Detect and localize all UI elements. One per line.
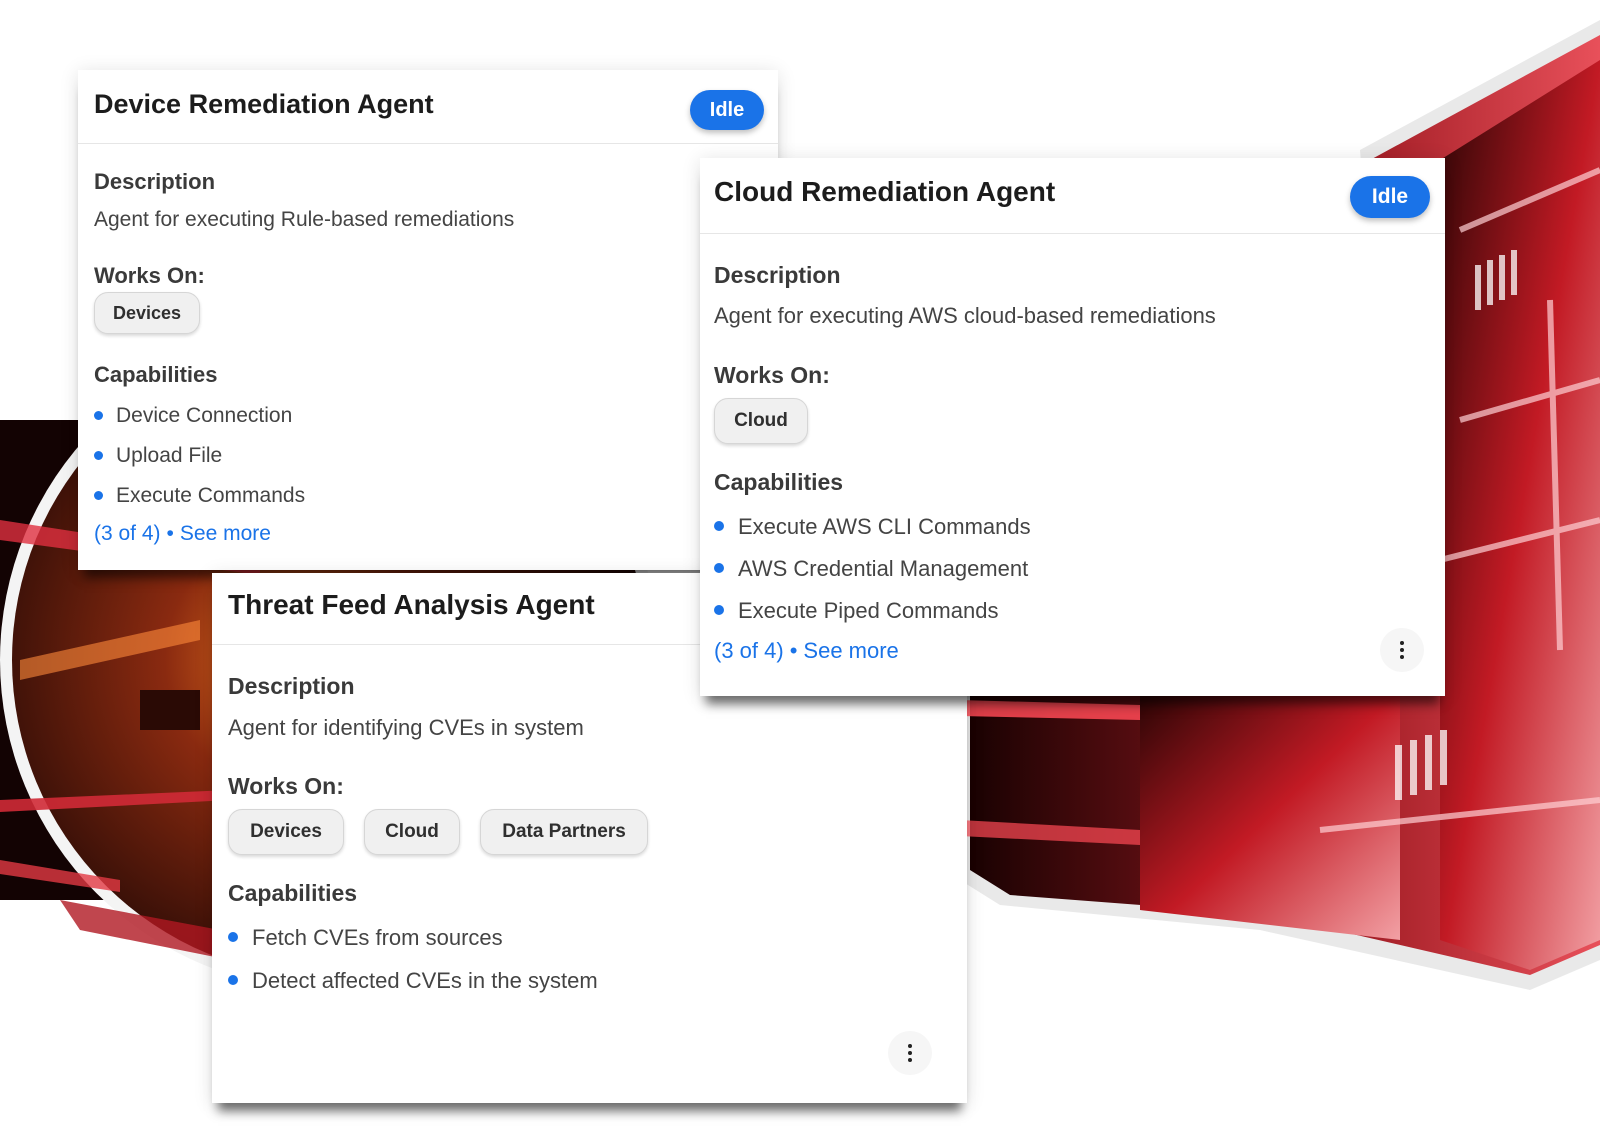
bullet-icon xyxy=(94,411,103,420)
list-item: Fetch CVEs from sources xyxy=(228,925,598,968)
bullet-icon xyxy=(714,521,724,531)
description-text: Agent for executing AWS cloud-based reme… xyxy=(714,303,1216,328)
chip-data-partners[interactable]: Data Partners xyxy=(480,809,648,855)
capabilities-count: (3 of 4) xyxy=(714,638,784,663)
capabilities-label: Capabilities xyxy=(94,362,218,387)
bullet-icon xyxy=(228,975,238,985)
list-item: Execute Piped Commands xyxy=(714,598,1031,640)
capabilities-count: (3 of 4) xyxy=(94,522,161,545)
description-label: Description xyxy=(94,169,216,194)
list-item: Upload File xyxy=(94,444,305,484)
capability-text: Upload File xyxy=(116,444,223,467)
more-vertical-icon[interactable] xyxy=(888,1031,932,1075)
list-item: Execute AWS CLI Commands xyxy=(714,514,1031,556)
more-vertical-icon[interactable] xyxy=(1380,628,1424,672)
capabilities-list: Fetch CVEs from sources Detect affected … xyxy=(228,925,598,1011)
capability-text: Detect affected CVEs in the system xyxy=(252,968,598,993)
capabilities-list: Execute AWS CLI Commands AWS Credential … xyxy=(714,514,1031,640)
capability-text: Execute Piped Commands xyxy=(738,598,999,623)
capabilities-label: Capabilities xyxy=(228,880,358,906)
list-item: Device Connection xyxy=(94,404,305,444)
works-on-label: Works On: xyxy=(714,362,830,388)
capability-text: AWS Credential Management xyxy=(738,556,1029,581)
list-item: AWS Credential Management xyxy=(714,556,1031,598)
bullet-icon xyxy=(94,451,103,460)
bullet-icon xyxy=(94,491,103,500)
chip-devices[interactable]: Devices xyxy=(94,292,200,334)
agent-card-cloud-remediation[interactable]: Cloud Remediation Agent Idle Description… xyxy=(700,158,1445,696)
bullet-icon xyxy=(714,605,724,615)
capability-text: Execute AWS CLI Commands xyxy=(738,514,1031,539)
chip-cloud[interactable]: Cloud xyxy=(714,398,808,444)
capabilities-more-row: (3 of 4) • See more xyxy=(714,638,899,664)
chip-cloud[interactable]: Cloud xyxy=(364,809,460,855)
card-header: Cloud Remediation Agent Idle xyxy=(700,158,1445,234)
chip-devices[interactable]: Devices xyxy=(228,809,344,855)
separator-dot: • xyxy=(166,522,174,545)
works-on-chips: Cloud xyxy=(714,398,808,444)
status-badge: Idle xyxy=(690,90,764,130)
bullet-icon xyxy=(714,563,724,573)
separator-dot: • xyxy=(789,638,798,663)
capabilities-label: Capabilities xyxy=(714,469,844,495)
status-badge: Idle xyxy=(1350,176,1430,218)
description-text: Agent for identifying CVEs in system xyxy=(228,715,584,740)
card-header: Device Remediation Agent Idle xyxy=(78,70,778,144)
works-on-chips: Devices xyxy=(94,292,200,334)
capability-text: Device Connection xyxy=(116,404,293,427)
works-on-chips: Devices Cloud Data Partners xyxy=(228,809,648,855)
agent-card-device-remediation[interactable]: Device Remediation Agent Idle Descriptio… xyxy=(78,70,778,570)
see-more-link[interactable]: See more xyxy=(180,522,271,545)
works-on-label: Works On: xyxy=(228,773,344,799)
description-label: Description xyxy=(228,673,355,699)
bullet-icon xyxy=(228,932,238,942)
description-label: Description xyxy=(714,262,841,288)
list-item: Execute Commands xyxy=(94,484,305,524)
card-title: Device Remediation Agent xyxy=(94,89,434,119)
works-on-label: Works On: xyxy=(94,263,205,288)
card-title: Cloud Remediation Agent xyxy=(714,176,1056,207)
description-text: Agent for executing Rule-based remediati… xyxy=(94,208,515,231)
card-title: Threat Feed Analysis Agent xyxy=(228,589,595,620)
capability-text: Fetch CVEs from sources xyxy=(252,925,503,950)
capability-text: Execute Commands xyxy=(116,484,306,507)
capabilities-more-row: (3 of 4) • See more xyxy=(94,522,271,546)
capabilities-list: Device Connection Upload File Execute Co… xyxy=(94,404,305,524)
see-more-link[interactable]: See more xyxy=(803,638,898,663)
list-item: Detect affected CVEs in the system xyxy=(228,968,598,1011)
